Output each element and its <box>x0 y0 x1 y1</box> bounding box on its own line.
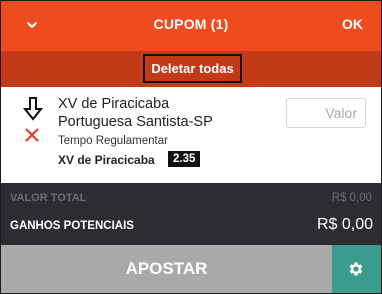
place-bet-button[interactable]: APOSTAR <box>1 245 332 293</box>
selection-label: XV de Piracicaba <box>58 153 155 167</box>
bet-slip-header: CUPOM (1) OK <box>1 1 381 51</box>
bet-slip-title: CUPOM (1) <box>153 16 229 32</box>
totals-panel: VALOR TOTAL R$ 0,00 GANHOS POTENCIAIS R$… <box>1 183 381 245</box>
ok-button[interactable]: OK <box>342 16 363 32</box>
team-home: XV de Piracicaba <box>58 96 170 112</box>
arrow-down-icon <box>23 97 43 121</box>
potential-gain-value: R$ 0,00 <box>316 216 373 233</box>
bet-slip: CUPOM (1) OK Deletar todas XV de Piracic… <box>0 0 382 294</box>
settings-button[interactable] <box>332 245 381 293</box>
market-label: Tempo Regulamentar <box>58 135 168 147</box>
total-label: VALOR TOTAL <box>10 192 87 204</box>
delete-bar: Deletar todas <box>1 51 381 87</box>
bet-item: XV de Piracicaba Portuguesa Santista-SP … <box>1 87 381 183</box>
team-away: Portuguesa Santista-SP <box>58 114 213 130</box>
potential-gain-label: GANHOS POTENCIAIS <box>10 220 134 232</box>
close-icon[interactable] <box>24 127 40 143</box>
gear-icon <box>349 262 363 276</box>
odds-badge: 2.35 <box>168 151 201 167</box>
total-value: R$ 0,00 <box>331 192 372 204</box>
delete-all-button[interactable]: Deletar todas <box>143 54 242 83</box>
stake-input[interactable] <box>286 98 366 128</box>
